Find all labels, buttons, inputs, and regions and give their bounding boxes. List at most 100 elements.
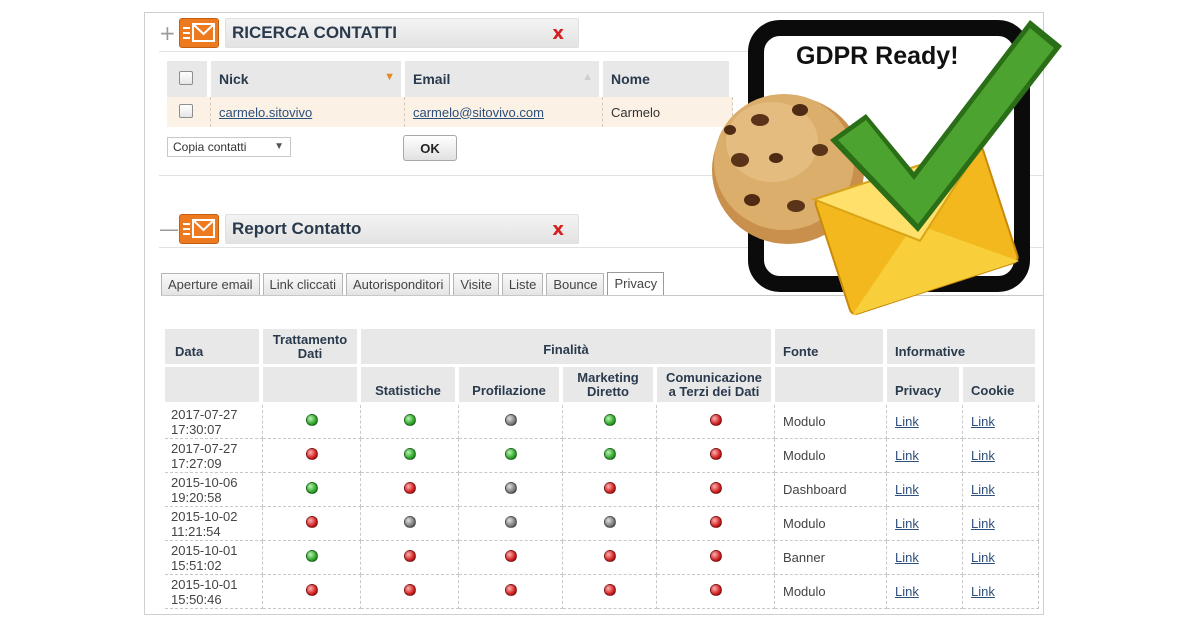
status-green-icon (403, 448, 416, 460)
privacy-cell: Link (887, 439, 963, 473)
column-header-comunicazione: Comunicazione a Terzi dei Dati (657, 367, 775, 405)
sort-asc-icon[interactable]: ▲ (582, 71, 593, 83)
table-row: 2015-10-01 15:50:46 Modulo Link Link (165, 575, 1039, 609)
profilazione-cell (459, 473, 563, 507)
cookie-cell: Link (963, 575, 1039, 609)
marketing-cell (563, 473, 657, 507)
status-grey-icon (403, 516, 416, 528)
report-panel-header: — Report Contatto x (159, 212, 579, 246)
status-green-icon (403, 414, 416, 426)
column-header-nick[interactable]: Nick ▼ (211, 61, 405, 97)
status-red-icon (603, 550, 616, 562)
collapse-toggle[interactable]: — (159, 219, 179, 239)
privacy-link[interactable]: Link (895, 448, 919, 463)
nick-link[interactable]: carmelo.sitovivo (219, 105, 312, 120)
chevron-down-icon: ▼ (274, 141, 284, 152)
privacy-cell: Link (887, 575, 963, 609)
action-select[interactable]: Copia contatti ▼ (167, 137, 291, 157)
privacy-link[interactable]: Link (895, 414, 919, 429)
column-header-data: Data (165, 329, 263, 367)
date-cell: 2015-10-02 11:21:54 (165, 507, 263, 541)
select-all-checkbox[interactable] (179, 70, 193, 85)
trattamento-cell (263, 507, 361, 541)
marketing-cell (563, 439, 657, 473)
privacy-link[interactable]: Link (895, 482, 919, 497)
cookie-link[interactable]: Link (971, 516, 995, 531)
tab-autorisponditori[interactable]: Autorisponditori (346, 273, 451, 295)
statistiche-cell (361, 439, 459, 473)
nick-cell: carmelo.sitovivo (211, 97, 405, 127)
sort-desc-icon[interactable]: ▼ (384, 71, 395, 83)
privacy-link[interactable]: Link (895, 584, 919, 599)
time-text: 19:20:58 (171, 489, 222, 505)
cookie-link[interactable]: Link (971, 414, 995, 429)
column-header-informative: Informative (887, 329, 1039, 367)
status-red-icon (305, 448, 318, 460)
report-panel-titlebar: Report Contatto x (225, 214, 579, 244)
status-red-icon (603, 584, 616, 596)
tab-privacy[interactable]: Privacy (607, 272, 665, 296)
status-red-icon (403, 550, 416, 562)
status-grey-icon (603, 516, 616, 528)
cookie-link[interactable]: Link (971, 482, 995, 497)
email-link[interactable]: carmelo@sitovivo.com (413, 105, 544, 120)
row-checkbox[interactable] (179, 103, 193, 118)
time-text: 17:27:09 (171, 455, 222, 471)
search-panel-header: + RICERCA CONTATTI x (159, 16, 579, 50)
expand-toggle[interactable]: + (159, 23, 177, 43)
tab-aperture-email[interactable]: Aperture email (161, 273, 260, 295)
column-header-email[interactable]: Email ▲ (405, 61, 603, 97)
marketing-cell (563, 575, 657, 609)
tab-visite[interactable]: Visite (453, 273, 499, 295)
column-header-fonte: Fonte (775, 329, 887, 367)
close-icon[interactable]: x (552, 23, 564, 44)
status-red-icon (403, 482, 416, 494)
select-all-cell (167, 61, 211, 97)
gdpr-badge-text: GDPR Ready! (796, 42, 959, 70)
table-row[interactable]: carmelo.sitovivo carmelo@sitovivo.com Ca… (167, 97, 733, 127)
status-green-icon (305, 482, 318, 494)
status-red-icon (709, 516, 722, 528)
privacy-link[interactable]: Link (895, 550, 919, 565)
cookie-link[interactable]: Link (971, 550, 995, 565)
date-text: 2015-10-01 (171, 542, 238, 558)
time-text: 15:50:46 (171, 591, 222, 607)
cookie-link[interactable]: Link (971, 584, 995, 599)
date-cell: 2017-07-27 17:30:07 (165, 405, 263, 439)
statistiche-cell (361, 541, 459, 575)
cookie-link[interactable]: Link (971, 448, 995, 463)
status-green-icon (603, 414, 616, 426)
fonte-cell: Modulo (775, 439, 887, 473)
report-tabs: Aperture email Link cliccati Autorispond… (161, 272, 667, 296)
envelope-icon (179, 18, 219, 48)
cookie-cell: Link (963, 439, 1039, 473)
profilazione-cell (459, 575, 563, 609)
status-red-icon (709, 448, 722, 460)
header-spacer (165, 367, 263, 405)
tab-link-cliccati[interactable]: Link cliccati (262, 273, 344, 295)
comunicazione-cell (657, 575, 775, 609)
fonte-cell: Modulo (775, 507, 887, 541)
cookie-cell: Link (963, 507, 1039, 541)
fonte-cell: Banner (775, 541, 887, 575)
comunicazione-cell (657, 473, 775, 507)
date-cell: 2015-10-01 15:51:02 (165, 541, 263, 575)
cookie-cell: Link (963, 541, 1039, 575)
privacy-link[interactable]: Link (895, 516, 919, 531)
status-green-icon (603, 448, 616, 460)
status-red-icon (709, 584, 722, 596)
fonte-cell: Dashboard (775, 473, 887, 507)
statistiche-cell (361, 507, 459, 541)
status-red-icon (504, 550, 517, 562)
ok-button[interactable]: OK (403, 135, 457, 161)
statistiche-cell (361, 405, 459, 439)
tab-bounce[interactable]: Bounce (546, 273, 605, 295)
status-green-icon (305, 550, 318, 562)
status-green-icon (504, 448, 517, 460)
panel-title: Report Contatto (232, 219, 362, 238)
time-text: 15:51:02 (171, 557, 222, 573)
status-red-icon (305, 584, 318, 596)
trattamento-cell (263, 541, 361, 575)
tab-liste[interactable]: Liste (501, 273, 544, 295)
close-icon[interactable]: x (552, 219, 564, 240)
